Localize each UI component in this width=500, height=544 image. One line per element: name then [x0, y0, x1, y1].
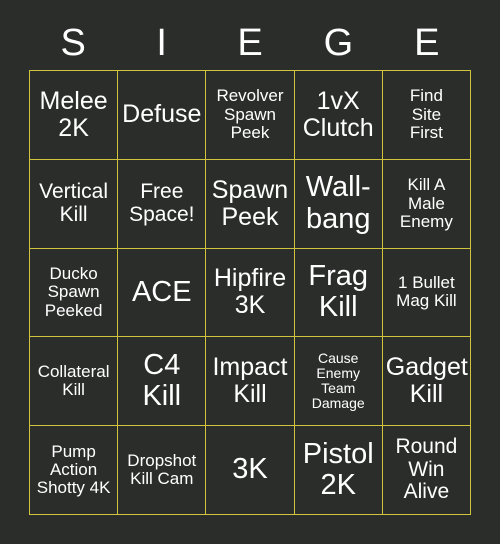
- bingo-cell-label: 3K: [232, 453, 268, 486]
- bingo-cell[interactable]: 1 Bullet Mag Kill: [382, 248, 471, 338]
- bingo-cell-label: Hipfire 3K: [213, 264, 287, 320]
- bingo-cell[interactable]: Melee 2K: [30, 71, 119, 160]
- bingo-card-page: S I E G E Melee 2K Defuse Revolver Spawn P…: [0, 0, 500, 544]
- bingo-cell[interactable]: Frag Kill: [294, 248, 383, 338]
- bingo-cell-label: Spawn Peek: [211, 175, 289, 231]
- bingo-cell[interactable]: ACE: [118, 248, 207, 338]
- bingo-header-letters: S I E G E: [29, 18, 471, 68]
- header-letter-e1: E: [237, 22, 263, 64]
- bingo-cell[interactable]: Dropshot Kill Cam: [118, 426, 207, 515]
- bingo-cell-label: Round Win Alive: [395, 435, 458, 504]
- bingo-cell[interactable]: Wall- bang: [294, 159, 383, 249]
- bingo-cell-label: Defuse: [122, 100, 202, 129]
- bingo-cell[interactable]: Hipfire 3K: [206, 248, 295, 338]
- bingo-cell-label: Pump Action Shotty 4K: [36, 441, 111, 498]
- bingo-cell[interactable]: Gadget Kill: [382, 337, 471, 427]
- bingo-cell[interactable]: 3K: [206, 426, 295, 515]
- bingo-cell[interactable]: Round Win Alive: [382, 426, 471, 515]
- bingo-cell[interactable]: Ducko Spawn Peeked: [30, 248, 119, 338]
- bingo-cell-label: C4 Kill: [142, 348, 182, 413]
- header-letter-s: S: [60, 22, 86, 64]
- bingo-cell[interactable]: Impact Kill: [206, 337, 295, 427]
- bingo-cell-label: ACE: [131, 275, 192, 308]
- bingo-cell-label: 1 Bullet Mag Kill: [396, 273, 457, 311]
- bingo-cell-label: Vertical Kill: [39, 180, 109, 226]
- header-letter-g: G: [323, 22, 354, 64]
- bingo-cell-label: Cause Enemy Team Damage: [311, 350, 365, 412]
- bingo-cell-label: Frag Kill: [308, 260, 369, 324]
- bingo-cell-label: Gadget Kill: [385, 353, 468, 409]
- bingo-cell-label: Find Site First: [409, 86, 443, 143]
- bingo-cell-label: Melee 2K: [39, 86, 108, 142]
- bingo-cell[interactable]: Collateral Kill: [30, 337, 119, 427]
- bingo-cell-label: Revolver Spawn Peek: [216, 86, 284, 143]
- bingo-cell[interactable]: Vertical Kill: [30, 159, 119, 249]
- bingo-cell[interactable]: Spawn Peek: [206, 159, 295, 249]
- bingo-cell-label: Pistol 2K: [302, 437, 374, 502]
- bingo-cell-label: Ducko Spawn Peeked: [44, 263, 103, 320]
- bingo-cell[interactable]: Free Space!: [118, 159, 207, 249]
- bingo-cell-label: Free Space!: [129, 180, 195, 226]
- bingo-grid: Melee 2K Defuse Revolver Spawn Peek 1vX Clu…: [29, 70, 471, 515]
- bingo-cell-label: Wall- bang: [305, 171, 371, 235]
- bingo-cell[interactable]: Pump Action Shotty 4K: [30, 426, 119, 515]
- bingo-cell[interactable]: 1vX Clutch: [294, 71, 383, 160]
- bingo-cell[interactable]: Revolver Spawn Peek: [206, 71, 295, 160]
- header-letter-i: I: [156, 22, 167, 64]
- bingo-cell-label: Impact Kill: [212, 353, 288, 409]
- bingo-cell[interactable]: C4 Kill: [118, 337, 207, 427]
- bingo-cell[interactable]: Kill A Male Enemy: [382, 159, 471, 249]
- bingo-cell[interactable]: Find Site First: [382, 71, 471, 160]
- bingo-cell-label: Collateral Kill: [37, 361, 110, 400]
- bingo-cell[interactable]: Pistol 2K: [294, 426, 383, 515]
- bingo-cell-label: 1vX Clutch: [302, 86, 374, 142]
- bingo-cell-label: Kill A Male Enemy: [399, 175, 453, 231]
- bingo-cell[interactable]: Cause Enemy Team Damage: [294, 337, 383, 427]
- header-letter-e2: E: [414, 22, 440, 64]
- bingo-cell-label: Dropshot Kill Cam: [127, 450, 197, 489]
- bingo-cell[interactable]: Defuse: [118, 71, 207, 160]
